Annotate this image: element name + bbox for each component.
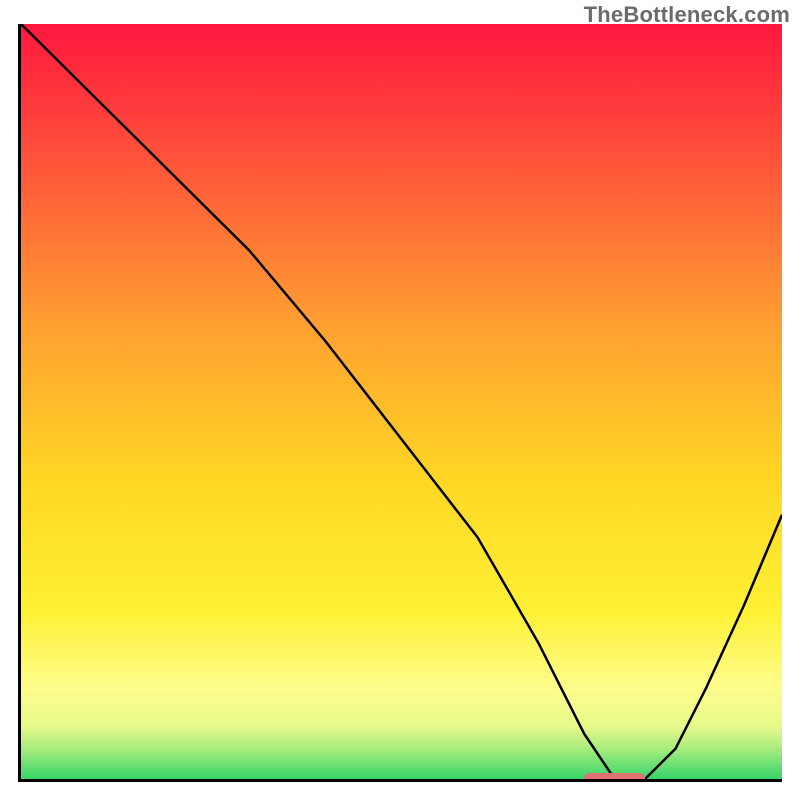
optimal-range-marker (584, 773, 645, 782)
chart-container: TheBottleneck.com (0, 0, 800, 800)
watermark-label: TheBottleneck.com (584, 2, 790, 28)
plot-area (18, 24, 782, 782)
bottleneck-curve (21, 24, 782, 779)
